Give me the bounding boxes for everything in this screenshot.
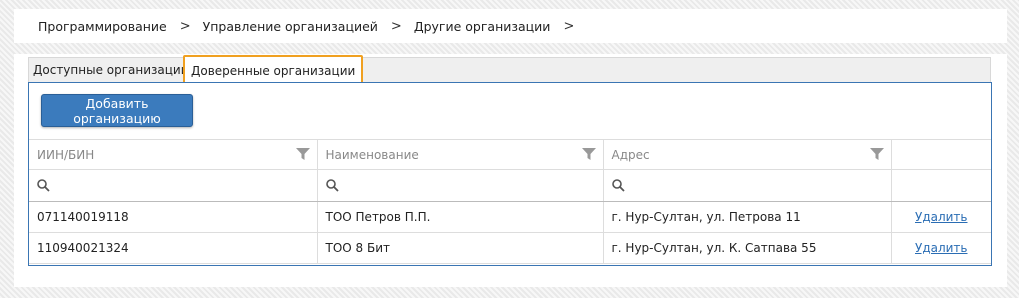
filter-cell-iin <box>29 169 317 202</box>
funnel-icon[interactable] <box>295 148 310 161</box>
column-header-address[interactable]: Адрес <box>602 139 891 170</box>
table-header-row: ИИН/БИН Наименование Адрес <box>29 139 991 170</box>
cell-name: ТОО Петров П.П. <box>316 201 603 233</box>
breadcrumb: Программирование > Управление организаци… <box>14 9 1007 43</box>
filter-cell-name <box>316 169 603 202</box>
search-input-iin[interactable] <box>54 178 306 193</box>
delete-link[interactable]: Удалить <box>915 210 968 224</box>
filter-cell-actions <box>890 169 991 202</box>
cell-actions: Удалить <box>890 232 991 264</box>
breadcrumb-item-programming[interactable]: Программирование <box>38 19 167 34</box>
delete-link[interactable]: Удалить <box>915 241 968 255</box>
cell-name: ТОО 8 Бит <box>316 232 603 264</box>
chevron-right-icon: > <box>563 18 575 34</box>
funnel-icon[interactable] <box>869 148 884 161</box>
organizations-table: ИИН/БИН Наименование Адрес 071140019118 … <box>29 139 991 264</box>
column-header-label: Адрес <box>611 147 650 162</box>
content-area: Доступные организации Доверенные организ… <box>14 54 1007 287</box>
funnel-icon[interactable] <box>581 148 596 161</box>
search-icon <box>611 179 625 192</box>
table-row[interactable]: 110940021324 ТОО 8 Бит г. Нур-Султан, ул… <box>29 232 991 264</box>
search-input-address[interactable] <box>628 178 880 193</box>
tab-panel: Добавить организацию ИИН/БИН Наименовани… <box>28 82 992 266</box>
search-icon <box>37 179 50 192</box>
cell-iin: 071140019118 <box>29 201 317 233</box>
tab-strip: Доступные организации Доверенные организ… <box>28 55 991 86</box>
breadcrumb-item-org-management[interactable]: Управление организацией <box>203 19 378 34</box>
cell-address: г. Нур-Султан, ул. К. Сатпава 55 <box>602 232 891 264</box>
column-header-label: Наименование <box>325 147 419 162</box>
search-icon <box>325 179 339 192</box>
table-row[interactable]: 071140019118 ТОО Петров П.П. г. Нур-Султ… <box>29 201 991 233</box>
search-input-name[interactable] <box>342 178 592 193</box>
cell-actions: Удалить <box>890 201 991 233</box>
column-header-actions <box>890 139 991 170</box>
table-filter-row <box>29 169 991 202</box>
breadcrumb-item-other-orgs[interactable]: Другие организации <box>414 19 551 34</box>
chevron-right-icon: > <box>179 18 191 34</box>
filter-cell-address <box>602 169 891 202</box>
tab-available-orgs[interactable]: Доступные организации <box>33 58 189 84</box>
column-header-label: ИИН/БИН <box>37 147 95 162</box>
cell-address: г. Нур-Султан, ул. Петрова 11 <box>602 201 891 233</box>
add-organization-button[interactable]: Добавить организацию <box>41 94 193 127</box>
cell-iin: 110940021324 <box>29 232 317 264</box>
column-header-name[interactable]: Наименование <box>316 139 603 170</box>
chevron-right-icon: > <box>390 18 402 34</box>
column-header-iin[interactable]: ИИН/БИН <box>29 139 317 170</box>
